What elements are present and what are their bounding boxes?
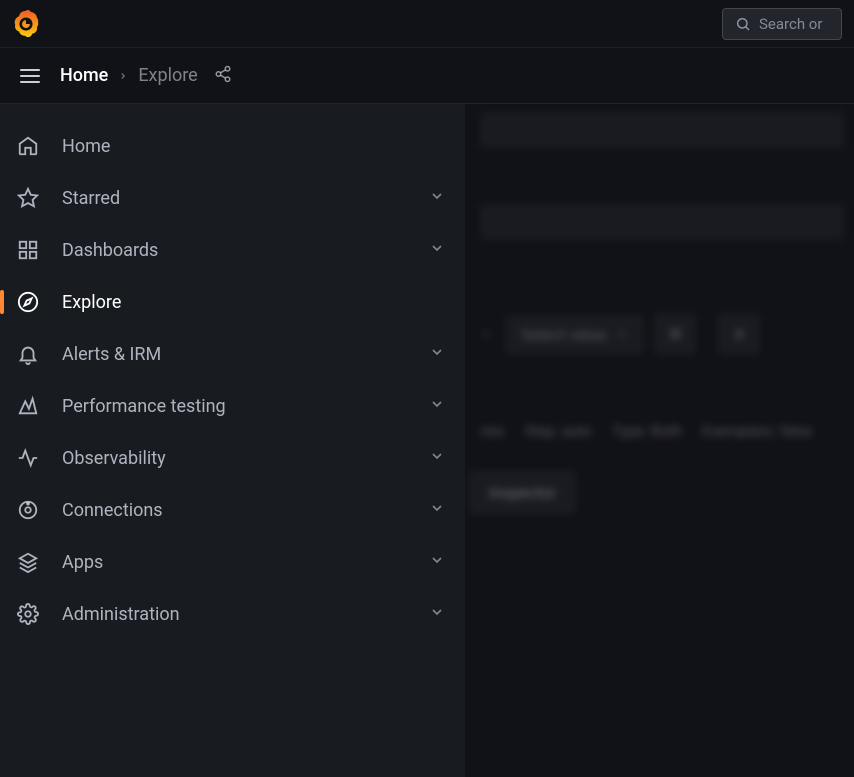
remove-button[interactable]: ✕	[655, 314, 695, 354]
star-icon	[16, 186, 40, 210]
inspector-button[interactable]: Inspector	[470, 472, 575, 513]
top-header: Search or	[0, 0, 854, 48]
sidebar-item-apps[interactable]: Apps	[0, 536, 465, 588]
sidebar-item-label: Explore	[62, 292, 445, 313]
chevron-down-icon	[429, 500, 445, 521]
sidebar-item-performance[interactable]: Performance testing	[0, 380, 465, 432]
sidebar-item-connections[interactable]: Connections	[0, 484, 465, 536]
query-options: ries Step: auto Type: Both Exemplars: fa…	[470, 410, 854, 452]
sidebar-item-observability[interactable]: Observability	[0, 432, 465, 484]
activity-icon	[16, 446, 40, 470]
sidebar-item-label: Administration	[62, 604, 407, 625]
gear-icon	[16, 602, 40, 626]
chevron-down-icon	[429, 396, 445, 417]
sidebar-item-label: Dashboards	[62, 240, 407, 261]
compass-icon	[16, 290, 40, 314]
breadcrumb-bar: Home Explore	[0, 48, 854, 104]
sidebar-item-label: Alerts & IRM	[62, 344, 407, 365]
chevron-down-icon	[429, 448, 445, 469]
sidebar-item-explore[interactable]: Explore	[0, 276, 465, 328]
search-box[interactable]: Search or	[722, 8, 842, 40]
breadcrumb-separator	[118, 65, 128, 86]
search-icon	[735, 16, 751, 32]
bell-icon	[16, 342, 40, 366]
sidebar-item-label: Starred	[62, 188, 407, 209]
share-icon[interactable]	[214, 65, 232, 87]
add-button[interactable]: +	[719, 314, 759, 354]
dashboards-icon	[16, 238, 40, 262]
menu-toggle[interactable]	[16, 65, 44, 87]
sidebar-item-label: Observability	[62, 448, 407, 469]
sidebar-item-administration[interactable]: Administration	[0, 588, 465, 640]
select-value-dropdown[interactable]: Select value	[506, 316, 643, 353]
sidebar-item-label: Performance testing	[62, 396, 407, 417]
breadcrumb-current: Explore	[138, 65, 197, 86]
sidebar-item-label: Home	[62, 136, 445, 157]
breadcrumb: Home Explore	[60, 65, 198, 86]
layers-icon	[16, 550, 40, 574]
plug-icon	[16, 498, 40, 522]
chevron-down-icon	[429, 604, 445, 625]
search-placeholder: Search or	[759, 15, 822, 33]
sidebar-item-dashboards[interactable]: Dashboards	[0, 224, 465, 276]
chevron-down-icon	[429, 188, 445, 209]
breadcrumb-home[interactable]: Home	[60, 65, 108, 86]
sidebar-item-home[interactable]: Home	[0, 120, 465, 172]
sidebar-item-alerts[interactable]: Alerts & IRM	[0, 328, 465, 380]
sidebar-item-label: Connections	[62, 500, 407, 521]
chevron-down-icon	[429, 344, 445, 365]
chevron-down-icon	[429, 240, 445, 261]
sidebar-item-starred[interactable]: Starred	[0, 172, 465, 224]
sidebar-item-label: Apps	[62, 552, 407, 573]
home-icon	[16, 134, 40, 158]
k6-icon	[16, 394, 40, 418]
chevron-down-icon	[429, 552, 445, 573]
grafana-logo[interactable]	[12, 10, 40, 38]
sidebar: Home Starred Dashboards Explore Alerts &…	[0, 104, 465, 777]
